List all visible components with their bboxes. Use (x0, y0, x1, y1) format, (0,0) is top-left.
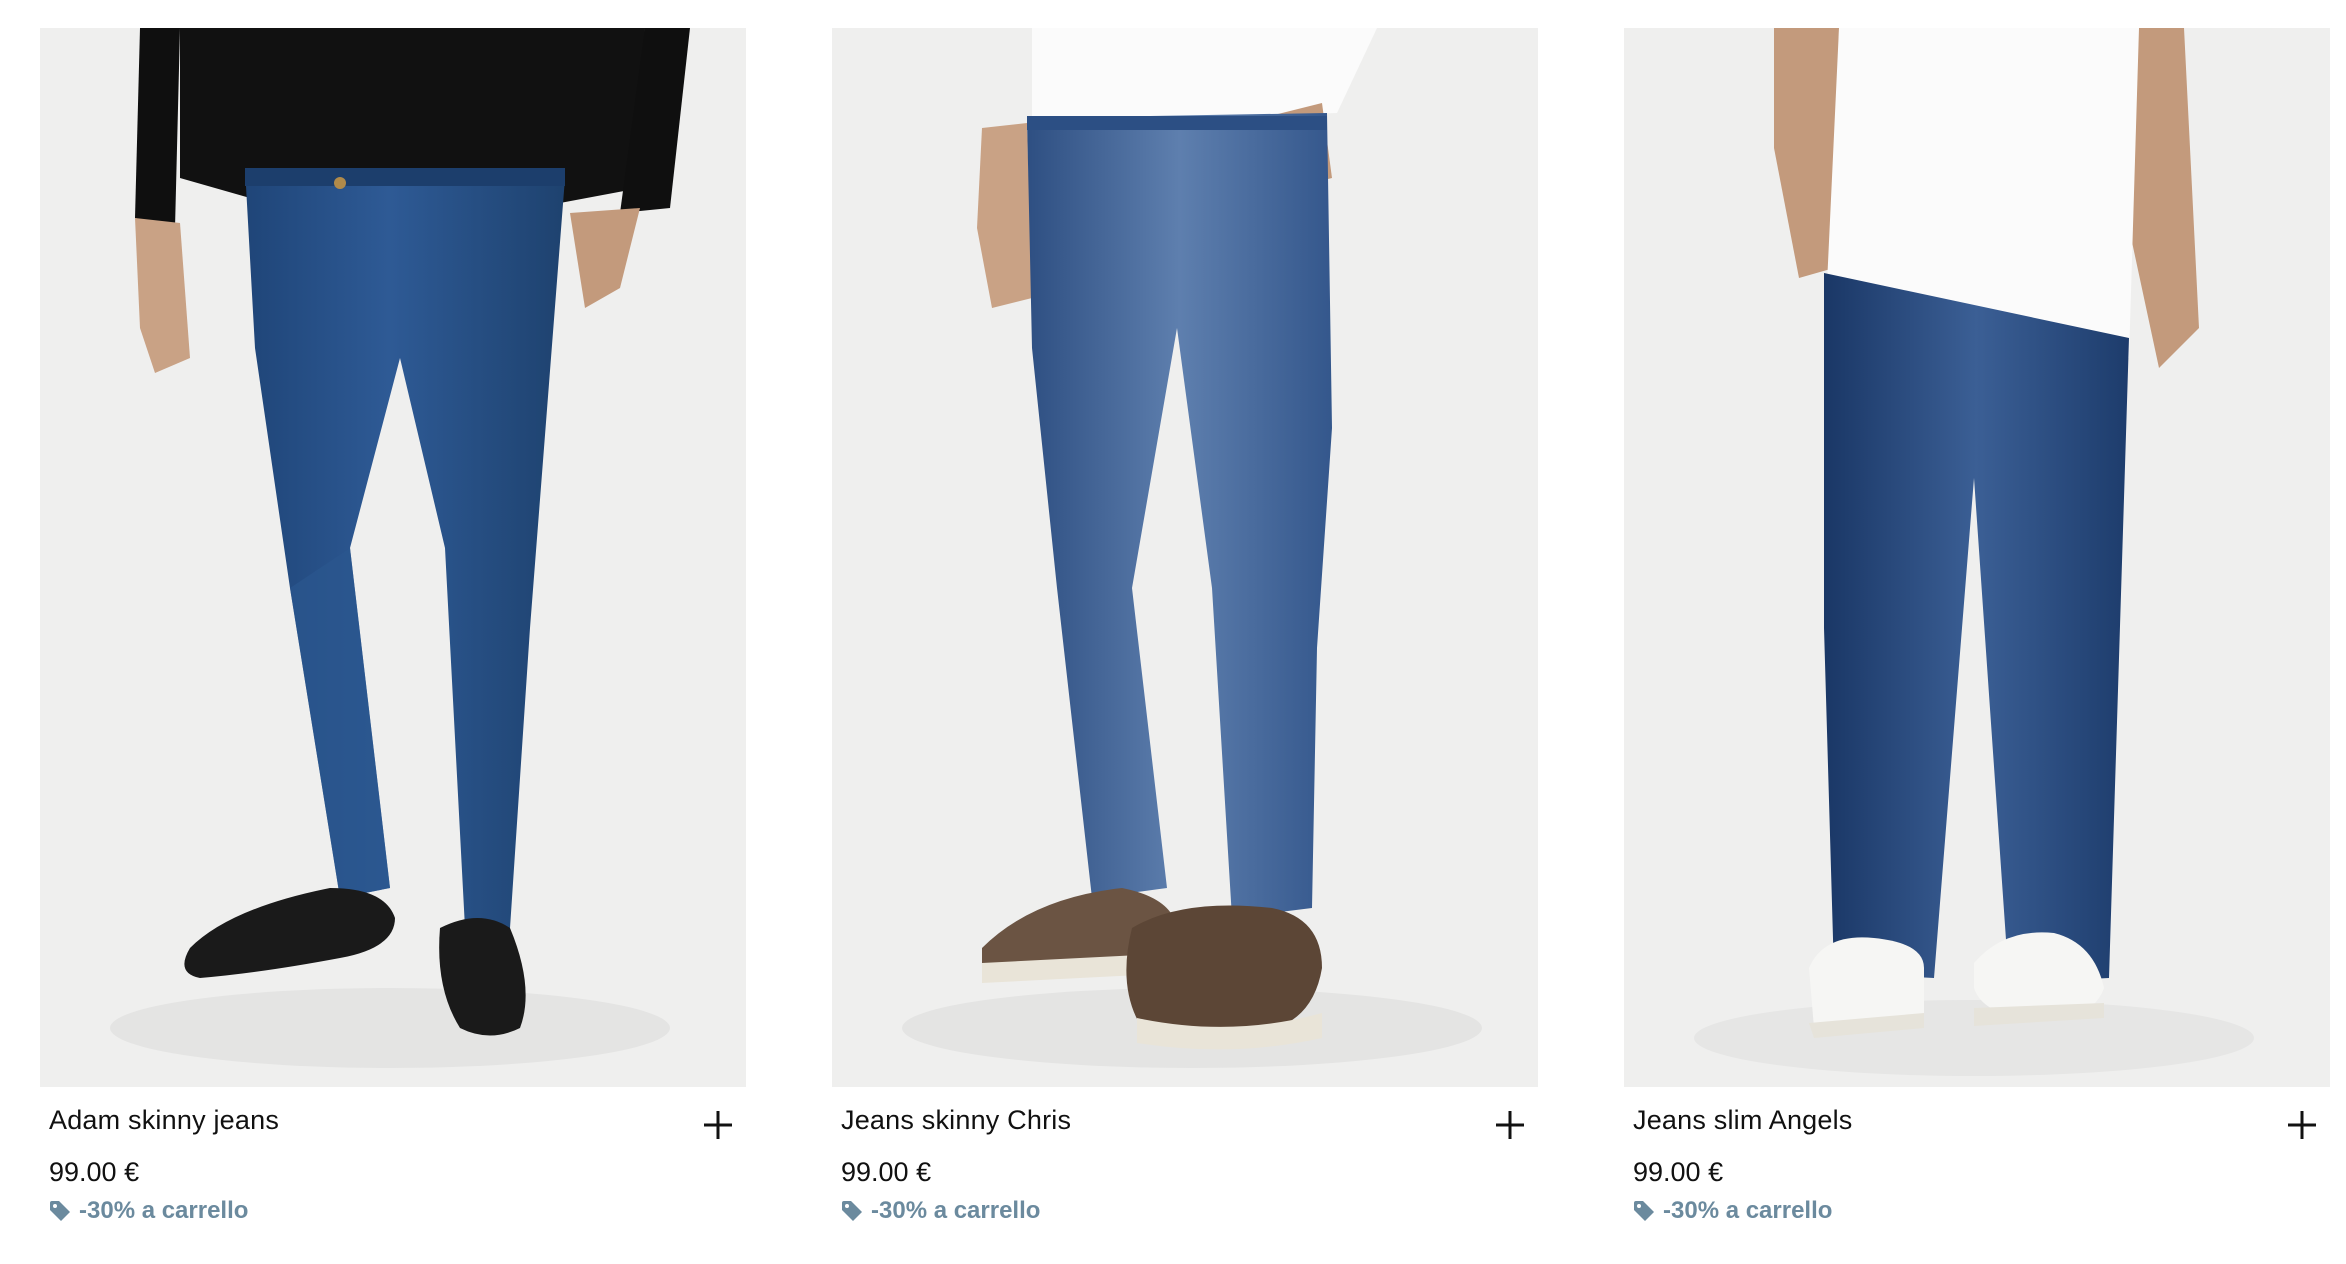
product-photo-jeans (832, 28, 1538, 1087)
add-to-cart-button[interactable] (698, 1105, 738, 1145)
product-card: Adam skinny jeans 99.00 € -30% a carrell… (40, 28, 746, 1237)
product-image[interactable] (1624, 28, 2330, 1087)
product-image[interactable] (832, 28, 1538, 1087)
product-title[interactable]: Adam skinny jeans (49, 1105, 279, 1136)
plus-icon (1496, 1111, 1524, 1139)
promo-badge: -30% a carrello (841, 1197, 1040, 1225)
tag-icon (842, 1201, 862, 1221)
promo-text: -30% a carrello (871, 1197, 1041, 1224)
product-info: Jeans skinny Chris 99.00 € -30% a carrel… (832, 1087, 1538, 1237)
product-price: 99.00 € (1633, 1157, 1724, 1187)
promo-text: -30% a carrello (1663, 1197, 1833, 1224)
promo-badge: -30% a carrello (49, 1197, 248, 1225)
product-image[interactable] (40, 28, 746, 1087)
product-info: Jeans slim Angels 99.00 € -30% a carrell… (1624, 1087, 2330, 1237)
product-info: Adam skinny jeans 99.00 € -30% a carrell… (40, 1087, 746, 1237)
product-title[interactable]: Jeans skinny Chris (841, 1105, 1071, 1136)
tag-icon (50, 1201, 70, 1221)
promo-badge: -30% a carrello (1633, 1197, 1832, 1225)
plus-icon (2288, 1111, 2316, 1139)
tag-icon (1634, 1201, 1654, 1221)
product-photo-jeans (40, 28, 746, 1087)
product-photo-jeans (1624, 28, 2330, 1087)
product-card: Jeans slim Angels 99.00 € -30% a carrell… (1624, 28, 2330, 1237)
product-grid: Adam skinny jeans 99.00 € -30% a carrell… (40, 28, 2330, 1237)
product-title[interactable]: Jeans slim Angels (1633, 1105, 1853, 1136)
add-to-cart-button[interactable] (2282, 1105, 2322, 1145)
product-card: Jeans skinny Chris 99.00 € -30% a carrel… (832, 28, 1538, 1237)
plus-icon (704, 1111, 732, 1139)
product-price: 99.00 € (841, 1157, 932, 1187)
product-price: 99.00 € (49, 1157, 140, 1187)
add-to-cart-button[interactable] (1490, 1105, 1530, 1145)
promo-text: -30% a carrello (79, 1197, 249, 1224)
